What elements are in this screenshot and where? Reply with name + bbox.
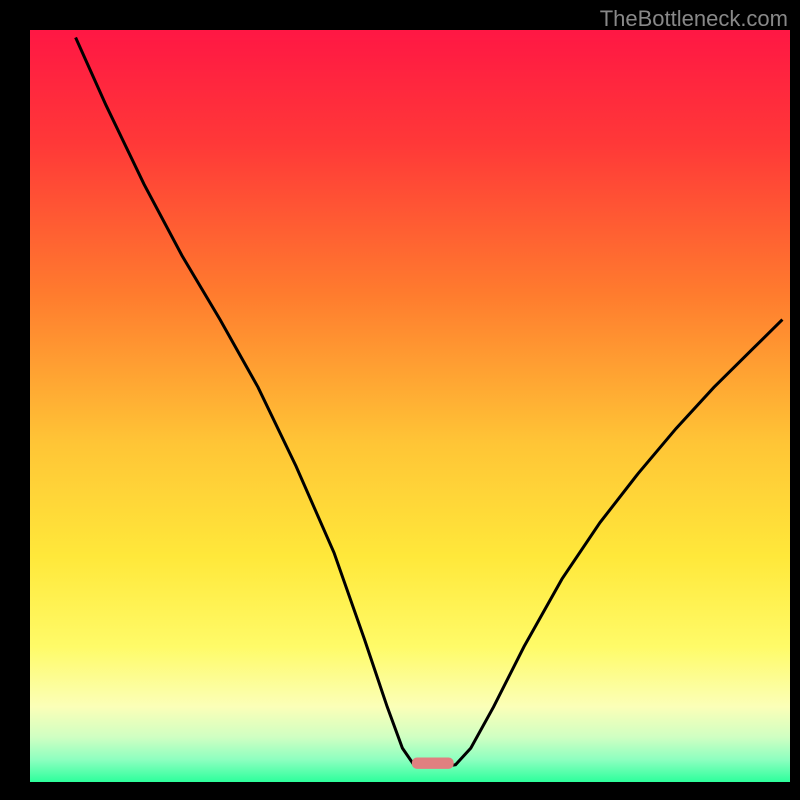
optimal-marker — [412, 758, 454, 769]
chart-container: TheBottleneck.com — [0, 0, 800, 800]
bottleneck-chart — [0, 0, 800, 800]
watermark-text: TheBottleneck.com — [600, 6, 788, 32]
plot-background — [30, 30, 790, 782]
